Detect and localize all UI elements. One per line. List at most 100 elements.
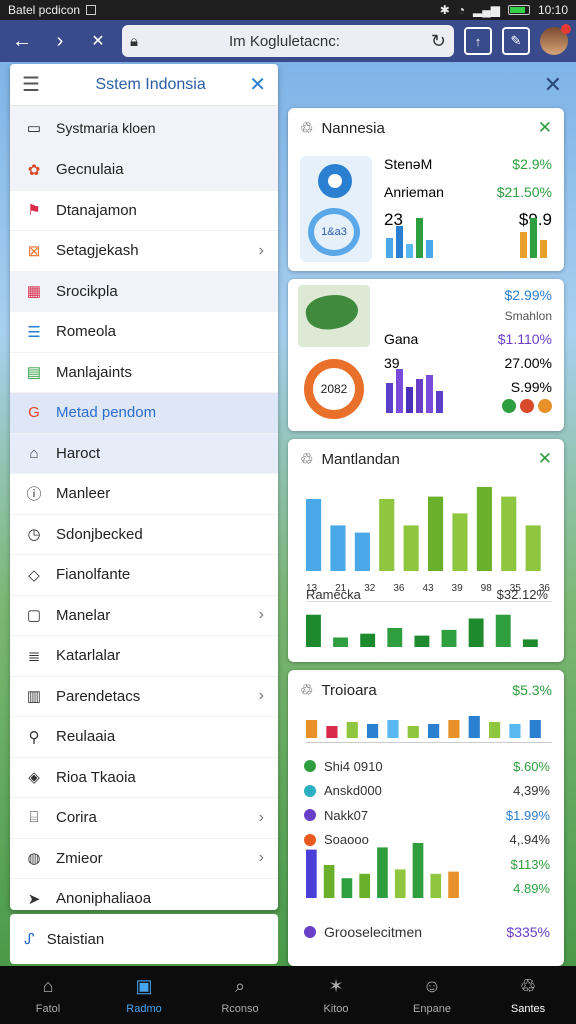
bar xyxy=(489,722,501,738)
drawer-item[interactable]: ⚑ Dtanajamon xyxy=(10,191,278,231)
drawer-item[interactable]: ▦ Srocikpla xyxy=(10,271,278,312)
close-icon[interactable]: ✕ xyxy=(538,449,552,469)
drawer-item[interactable]: ◍ Zmieor › xyxy=(10,839,278,879)
drawer-footer-label: Staistian xyxy=(46,930,105,948)
send-icon: ➤ xyxy=(27,890,41,908)
bar xyxy=(394,869,406,898)
drawer-header: ☰ Sstem Indonsia ✕ xyxy=(10,64,278,106)
drawer-item-label: Katarlalar xyxy=(56,647,121,665)
bar xyxy=(448,871,459,898)
legend-label: Nakk07 xyxy=(324,807,369,823)
drawer-item[interactable]: ▤ Manlajaints xyxy=(10,353,278,393)
drawer-item[interactable]: ◈ Rioa Tkaoia xyxy=(10,758,278,798)
terminal-icon: ▭ xyxy=(26,119,42,137)
drawer-item-label: Corira xyxy=(56,809,97,827)
status-dots xyxy=(502,399,552,413)
avatar[interactable] xyxy=(540,24,571,55)
bar xyxy=(522,639,538,647)
drawer-search-text: Systmaria kloen xyxy=(56,119,156,136)
tab-recycle[interactable]: ♲ Santes xyxy=(480,966,576,1024)
drawer-item[interactable]: ⓘ Manleer xyxy=(10,474,278,515)
bar xyxy=(330,525,346,571)
green-bar-chart xyxy=(306,614,538,647)
bar xyxy=(495,614,511,647)
chevron-right-icon: › xyxy=(258,687,264,705)
close-tab-button[interactable]: ✕ xyxy=(84,27,112,55)
hamburger-icon[interactable]: ☰ xyxy=(22,72,52,97)
tab-shop[interactable]: ▣ Radmo xyxy=(96,966,192,1024)
drawer-item[interactable]: ◇ Fianolfante xyxy=(10,555,278,596)
legend-dot-icon xyxy=(304,760,316,773)
close-icon[interactable]: ✕ xyxy=(538,118,552,138)
close-icon[interactable]: ✕ xyxy=(249,72,266,97)
clock-icon: ◷ xyxy=(27,526,41,544)
top-value: $2.99% xyxy=(504,287,552,303)
bar xyxy=(540,240,547,258)
drawer-item-label: Dtanajamon xyxy=(56,201,137,219)
book-icon: ▥ xyxy=(26,688,42,706)
tab-home[interactable]: ⌂ Fatol xyxy=(0,966,96,1024)
drawer-item[interactable]: ▢ Manelar › xyxy=(10,596,278,636)
bar xyxy=(306,499,322,571)
tab-favorites[interactable]: ✶ Kitoo xyxy=(288,966,384,1024)
drawer-item[interactable]: ⌂ Haroct xyxy=(10,433,278,474)
drawer-item[interactable]: ⚲ Reulaaia xyxy=(10,717,278,758)
drawer-footer[interactable]: ᔑ Staistian xyxy=(10,914,278,964)
drawer-item[interactable]: ≣ Katarlalar xyxy=(10,636,278,677)
notification-icon xyxy=(86,5,97,15)
bar xyxy=(426,375,433,413)
page-close-icon[interactable]: ✕ xyxy=(544,72,562,98)
home-icon: ⌂ xyxy=(42,975,54,996)
plant-icon: ✿ xyxy=(27,161,41,179)
bar xyxy=(529,720,541,738)
drawer-item[interactable]: ➤ Anoniphaliaoa xyxy=(10,879,278,910)
forward-button[interactable]: › xyxy=(46,27,74,55)
bar xyxy=(326,726,338,738)
share-button[interactable]: ↑ xyxy=(464,27,492,55)
drawer-item[interactable]: G Metad pendom xyxy=(10,393,278,434)
bar xyxy=(412,843,424,898)
purple-bar-chart xyxy=(386,367,443,413)
navigation-drawer: ☰ Sstem Indonsia ✕ ▭ Systmaria kloen ✿ Ge… xyxy=(10,64,278,910)
legend-value: $1.99% xyxy=(505,807,550,823)
card-mantlandan: ♲ Mantlandan ✕ 13 21 32 36 43 39 98 35 36 Rameck… xyxy=(288,439,564,662)
drawer-search[interactable]: ▭ Systmaria kloen xyxy=(10,106,278,150)
drawer-item[interactable]: ▥ Parendetacs › xyxy=(10,677,278,717)
signal-icon: ▂▄▆ xyxy=(473,3,500,17)
bar xyxy=(359,873,370,898)
drawer-item-label: Setagjekash xyxy=(56,242,139,260)
drawer-item-label: Anoniphaliaoa xyxy=(56,890,152,908)
clock: 10:10 xyxy=(537,3,568,17)
status-text: Batel pcdicon xyxy=(8,3,81,17)
drawer-item-label: Gecnulaia xyxy=(56,161,124,179)
drawer-item[interactable]: ☰ Romeola xyxy=(10,312,278,353)
bar xyxy=(430,873,442,898)
flag-icon: ⚑ xyxy=(27,202,41,220)
card-map-stats: 2082 $2.99% Smahlon Gana $1.110% 39 27.00%… xyxy=(288,279,564,431)
bluetooth-icon: ✱ xyxy=(439,3,450,17)
bar xyxy=(476,487,492,571)
mini-bar-chart xyxy=(386,218,433,258)
drawer-item[interactable]: ✿ Gecnulaia xyxy=(10,150,278,191)
battery-icon xyxy=(507,5,530,15)
bar xyxy=(403,525,419,571)
edit-button[interactable]: ✎ xyxy=(502,27,530,55)
drawer-item[interactable]: ◷ Sdonjbecked xyxy=(10,515,278,555)
back-button[interactable]: ← xyxy=(8,27,36,55)
bar xyxy=(354,532,370,571)
tab-search[interactable]: ⌕ Rconso xyxy=(192,966,288,1024)
bar xyxy=(436,391,443,413)
address-bar[interactable]: 🔒︎ Im Kogluletacnc: ↻ xyxy=(122,25,454,57)
bar xyxy=(468,716,480,738)
chevron-right-icon: › xyxy=(258,606,264,624)
legend-value: $.60% xyxy=(513,758,550,774)
globe-icon: ◍ xyxy=(27,850,41,868)
drawer-item[interactable]: ⌸ Corira › xyxy=(10,798,278,839)
bar xyxy=(379,499,395,571)
drawer-item[interactable]: ⊠ Setagjekash › xyxy=(10,231,278,272)
drawer-item-label: Srocikpla xyxy=(56,282,118,300)
chevron-right-icon: › xyxy=(258,849,264,867)
drawer-item-label: Metad pendom xyxy=(56,404,157,422)
tab-profile[interactable]: ☺ Enpane xyxy=(384,966,480,1024)
reload-icon[interactable]: ↻ xyxy=(431,31,446,52)
